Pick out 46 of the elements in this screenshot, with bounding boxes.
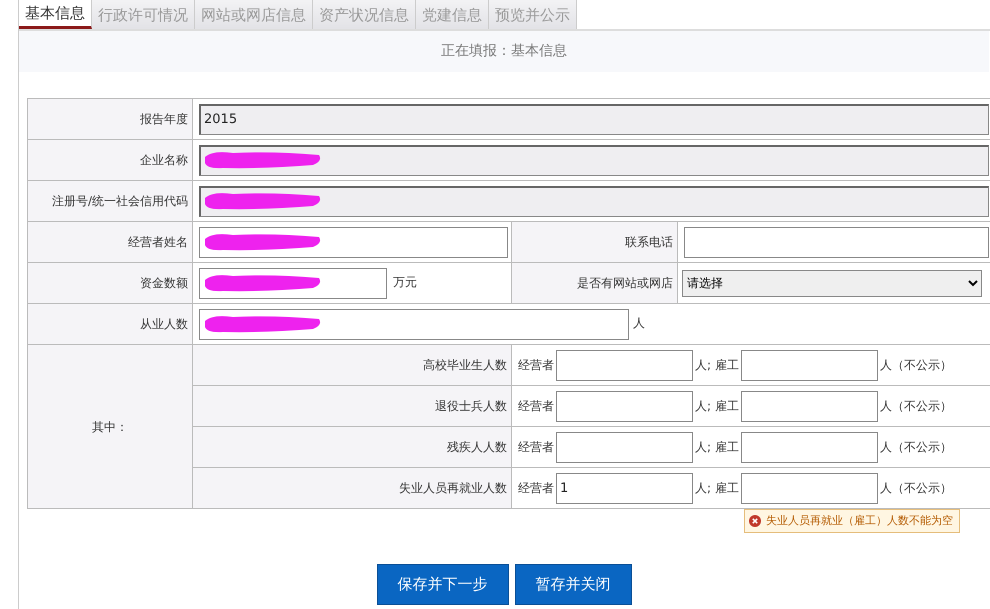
unit-label: 人（不公示） bbox=[880, 398, 952, 415]
field-label: 人; 雇工 bbox=[695, 398, 739, 415]
field-label: 企业名称 bbox=[28, 140, 192, 180]
input-field[interactable] bbox=[556, 432, 693, 462]
input-field[interactable] bbox=[740, 472, 878, 504]
input-field[interactable] bbox=[684, 226, 989, 258]
input-field[interactable] bbox=[199, 186, 989, 216]
field-label: 经营者 bbox=[518, 357, 554, 374]
tab[interactable]: 基本信息 bbox=[19, 0, 92, 29]
field-label: 人; 雇工 bbox=[695, 480, 739, 497]
field-label: 高校毕业生人数 bbox=[192, 344, 512, 386]
form-button[interactable]: 暂存并关闭 bbox=[514, 564, 632, 604]
field-label: 经营者 bbox=[518, 439, 554, 456]
select-field[interactable]: 请选择 bbox=[682, 270, 982, 296]
field-label: 是否有网站或网店 bbox=[512, 262, 678, 304]
form-button[interactable]: 保存并下一步 bbox=[376, 564, 508, 604]
input-field[interactable] bbox=[740, 432, 878, 462]
field-label: 退役士兵人数 bbox=[192, 386, 512, 426]
field-label: 经营者 bbox=[518, 398, 554, 415]
field-label: 人; 雇工 bbox=[695, 439, 739, 456]
field-label: 经营者姓名 bbox=[28, 222, 192, 262]
input-field[interactable]: 2015 bbox=[199, 104, 989, 134]
input-field[interactable]: 1 bbox=[556, 472, 693, 504]
field-label: 残疾人人数 bbox=[192, 426, 512, 468]
field-label: 从业人数 bbox=[28, 304, 192, 344]
input-field[interactable] bbox=[556, 350, 693, 380]
field-label: 报告年度 bbox=[28, 98, 192, 140]
field-label: 联系电话 bbox=[512, 222, 678, 262]
field-label: 其中： bbox=[28, 344, 192, 508]
unit-label: 人 bbox=[633, 316, 645, 330]
unit-label: 人（不公示） bbox=[880, 480, 952, 497]
error-text: 失业人员再就业（雇工）人数不能为空 bbox=[766, 512, 953, 528]
unit-label: 万元 bbox=[393, 275, 417, 290]
field-label: 人; 雇工 bbox=[695, 357, 739, 374]
input-field[interactable] bbox=[740, 350, 878, 380]
input-field[interactable] bbox=[199, 144, 989, 176]
error-icon bbox=[749, 514, 761, 527]
unit-label: 人（不公示） bbox=[880, 357, 952, 374]
input-field[interactable] bbox=[740, 390, 878, 422]
status-text: 正在填报：基本信息 bbox=[441, 43, 567, 59]
unit-label: 人（不公示） bbox=[880, 439, 952, 456]
field-label: 资金数额 bbox=[28, 262, 192, 304]
input-field[interactable] bbox=[556, 390, 693, 422]
field-label: 经营者 bbox=[518, 480, 554, 497]
field-label: 失业人员再就业人数 bbox=[192, 468, 512, 508]
field-label: 注册号/统一社会信用代码 bbox=[28, 180, 192, 222]
